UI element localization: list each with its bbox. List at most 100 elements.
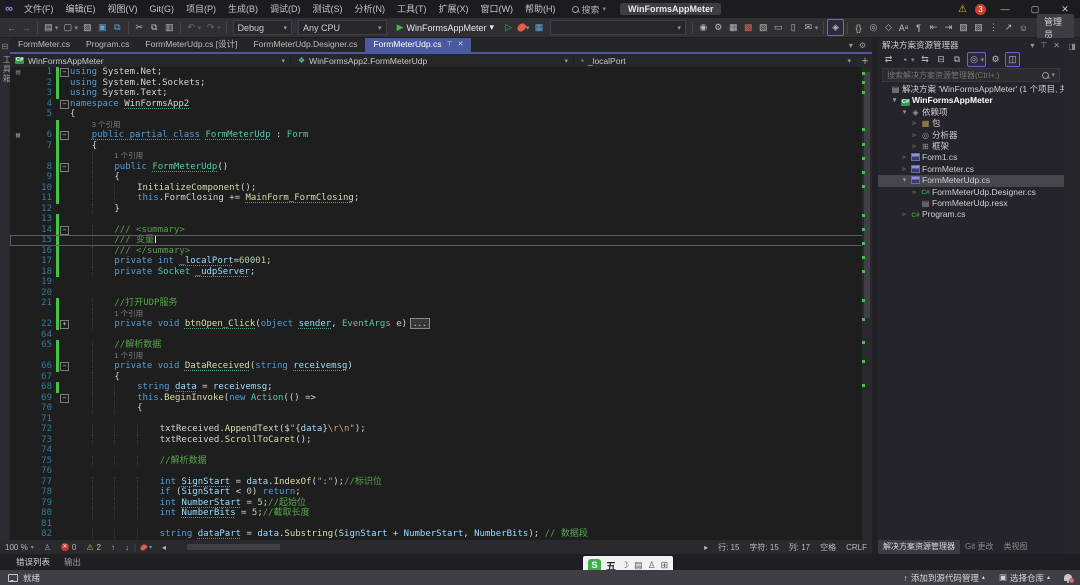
sync-with-active-document-icon[interactable]: ⇆ (919, 53, 932, 66)
cut-icon[interactable]: ✂ (132, 20, 147, 35)
tree-item-解决方案-WinFormsAppMeter-1-个项目-共-1-个-[interactable]: ▤解决方案 'WinFormsAppMeter' (1 个项目, 共 1 个) (878, 84, 1064, 95)
code-line-9[interactable]: 9{ (10, 172, 872, 183)
warning-icon[interactable]: ⚠ (958, 4, 967, 15)
code-line-74[interactable]: 74 (10, 445, 872, 456)
code-line-69[interactable]: 69−this.BeginInvoke(new Action(() => (10, 393, 872, 404)
task-list-icon[interactable]: ▯ (786, 20, 801, 35)
new-project-icon[interactable]: ▤▾ (41, 20, 61, 35)
pending-filter-icon[interactable]: ◔▾ (898, 53, 916, 66)
notifications-bell-icon[interactable] (1064, 574, 1072, 581)
code-line-21[interactable]: 21//打开UDP服务 (10, 298, 872, 309)
add-to-source-control-button[interactable]: ↑ 添加到源代码管理 ▴ (904, 572, 985, 584)
code-line-82[interactable]: 82string dataPart = data.Substring(SignS… (10, 529, 872, 540)
status-spaces[interactable]: 空格 (815, 542, 841, 553)
menu-item-5[interactable]: 项目(P) (180, 0, 222, 18)
collapsed-arrow-icon[interactable]: ▹ (900, 164, 909, 175)
startup-item-select[interactable]: ▾ (550, 20, 686, 35)
status-char[interactable]: 字符: 15 (744, 542, 783, 553)
type-dropdown[interactable]: ❖ WinFormsApp2.FormMeterUdp ▾ (293, 54, 574, 67)
tree-item-FormMeterUdp.cs[interactable]: ▾FormMeterUdp.cs (878, 175, 1064, 186)
hscroll-left-arrow[interactable]: ◂ (157, 543, 171, 552)
fold-margin[interactable]: − (59, 130, 70, 141)
collapsed-arrow-icon[interactable]: ▹ (900, 209, 909, 220)
collapsed-arrow-icon[interactable]: ▹ (900, 152, 909, 163)
toolbar-overflow-icon[interactable]: ⋮ (986, 20, 1001, 35)
tree-item-FormMeterUdp.Designer.cs[interactable]: ▹C#FormMeterUdp.Designer.cs (878, 187, 1064, 198)
notification-badge[interactable]: 3 (975, 4, 986, 15)
search-box[interactable]: 搜索 ▾ (572, 3, 607, 16)
fold-margin[interactable]: − (59, 361, 70, 372)
code-line-1[interactable]: ▤1−using System.Net; (10, 67, 872, 78)
code-line-76[interactable]: 76 (10, 466, 872, 477)
fold-collapse-icon[interactable]: − (60, 362, 69, 371)
code-editor[interactable]: ▤1−using System.Net;2using System.Net.So… (10, 67, 872, 540)
fold-margin[interactable]: − (59, 225, 70, 236)
code-line-14[interactable]: 14−/// <summary> (10, 225, 872, 236)
expanded-arrow-icon[interactable]: ▾ (890, 95, 899, 106)
tree-item-Form1.cs[interactable]: ▹Form1.cs (878, 152, 1064, 163)
menu-item-12[interactable]: 窗口(W) (475, 0, 520, 18)
send-feedback-icon[interactable]: ☺ (1016, 20, 1031, 35)
maximize-button[interactable]: ▢ (1024, 4, 1046, 15)
fold-expand-icon[interactable]: + (60, 320, 69, 329)
code-line-71[interactable]: 71 (10, 414, 872, 425)
navigate-icon[interactable]: ◇ (881, 20, 896, 35)
code-line-8[interactable]: 8−public FormMeterUdp() (10, 162, 872, 173)
hot-reload-status-icon[interactable]: ▾ (136, 544, 157, 551)
code-line-6[interactable]: ▦6−public partial class FormMeterUdp : F… (10, 130, 872, 141)
tree-item-WinFormsAppMeter[interactable]: ▾C#WinFormsAppMeter (878, 95, 1064, 106)
menu-item-4[interactable]: Git(G) (144, 0, 181, 18)
code-line-2[interactable]: 2using System.Net.Sockets; (10, 78, 872, 89)
switch-views-icon[interactable]: ⇄ (882, 53, 895, 66)
code-line-80[interactable]: 80int NumberBits = 5;//截取长度 (10, 508, 872, 519)
properties-icon[interactable]: ⚙ (989, 53, 1002, 66)
code-line-77[interactable]: 77int SignStart = data.IndexOf(":");//标识… (10, 477, 872, 488)
close-icon[interactable]: ✕ (458, 39, 464, 50)
code-line-18[interactable]: 18private Socket _udpServer; (10, 267, 872, 278)
options-wrench-icon[interactable]: ⚙ (711, 20, 726, 35)
code-line-12[interactable]: 12} (10, 204, 872, 215)
code-line-5[interactable]: 5{ (10, 109, 872, 120)
match-brace-icon[interactable]: {} (851, 20, 866, 35)
codelens-references[interactable]: 3 个引用 (92, 120, 121, 129)
platform-select[interactable]: Any CPU▾ (298, 20, 387, 35)
code-line-75[interactable]: 75//解析数据 (10, 456, 872, 467)
document-tab-FormMeter.cs[interactable]: FormMeter.cs (10, 38, 78, 52)
toolbox-icon[interactable]: ▩ (741, 20, 756, 35)
start-debug-button[interactable]: ▶WinFormsAppMeter▾ (392, 20, 499, 35)
solution-search-box[interactable]: ▾ (882, 68, 1060, 82)
configuration-select[interactable]: Debug▾ (233, 20, 293, 35)
code-line-78[interactable]: 78if (SignStart < 0) return; (10, 487, 872, 498)
fold-margin[interactable]: − (59, 67, 70, 78)
collapsed-arrow-icon[interactable]: ▹ (910, 118, 919, 129)
code-cleanup-icon[interactable]: ◎ (866, 20, 881, 35)
open-folder-icon[interactable]: ▧ (80, 20, 95, 35)
codelens-references[interactable]: 1 个引用 (114, 309, 143, 318)
code-line-4[interactable]: 4−namespace WinFormsApp2 (10, 99, 872, 110)
expanded-arrow-icon[interactable]: ▾ (900, 107, 909, 118)
member-dropdown[interactable]: ▪ _localPort ▾ (576, 54, 856, 67)
codelens-references[interactable]: 1 个引用 (114, 151, 143, 160)
package-manager-icon[interactable]: ▦ (726, 20, 741, 35)
code-line-15[interactable]: 15/// 变量 (10, 235, 872, 246)
minimize-button[interactable]: — (994, 4, 1016, 14)
code-line-81[interactable]: 81 (10, 519, 872, 530)
code-line-22[interactable]: 22+private void btnOpen_Click(object sen… (10, 319, 872, 330)
panel-tab-解决方案资源管理器[interactable]: 解决方案资源管理器 (878, 540, 960, 554)
zoom-select[interactable]: 100 %▾ (0, 543, 39, 552)
close-icon[interactable]: ✕ (1053, 41, 1060, 50)
menu-item-8[interactable]: 测试(S) (307, 0, 349, 18)
comment-icon[interactable]: ▨ (956, 20, 971, 35)
code-line-16[interactable]: 16/// </summary> (10, 246, 872, 257)
indent-increase-icon[interactable]: ⇥ (941, 20, 956, 35)
nav-back-icon[interactable]: ← (4, 20, 19, 35)
uncomment-icon[interactable]: ▧ (971, 20, 986, 35)
collapsed-arrow-icon[interactable]: ▹ (910, 130, 919, 141)
codelens-row[interactable]: 1 个引用 (10, 151, 872, 162)
codelens-references[interactable]: 1 个引用 (114, 351, 143, 360)
new-file-icon[interactable]: ▢▾ (60, 20, 80, 35)
redo-icon[interactable]: ↷▾ (203, 20, 223, 35)
fold-margin[interactable]: − (59, 99, 70, 110)
copilot-icon[interactable]: ◈ (827, 19, 844, 36)
solution-search-input[interactable] (887, 71, 1042, 80)
